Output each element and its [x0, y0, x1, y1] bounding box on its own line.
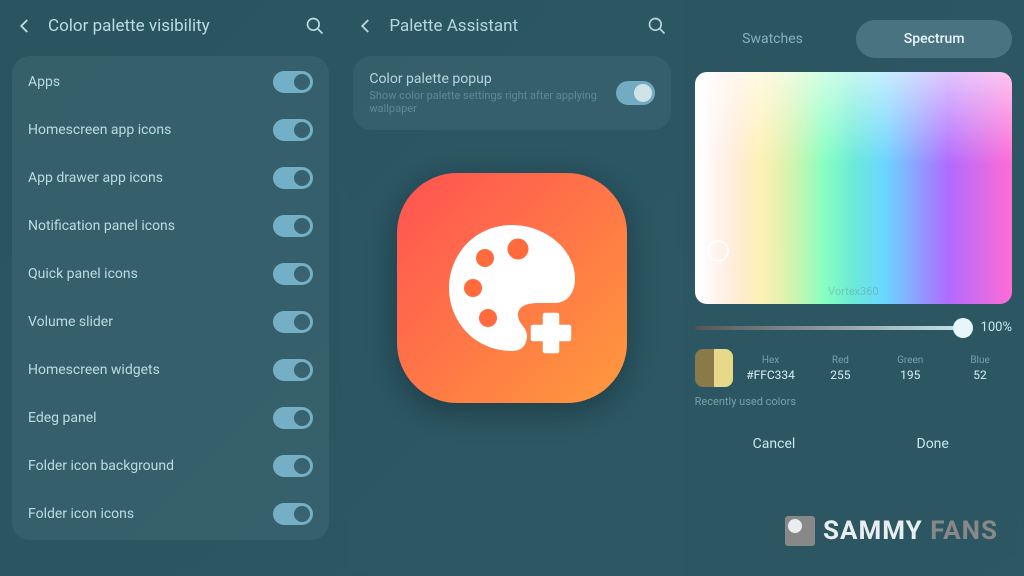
- setting-label: Quick panel icons: [28, 266, 138, 282]
- header: Color palette visibility: [12, 0, 329, 56]
- opacity-value: 100%: [981, 320, 1012, 335]
- setting-label: App drawer app icons: [28, 170, 163, 186]
- setting-row[interactable]: Apps: [12, 58, 329, 106]
- tab-spectrum[interactable]: Spectrum: [856, 20, 1012, 58]
- toggle[interactable]: [273, 359, 313, 381]
- recent-colors-label: Recently used colors: [695, 395, 1012, 408]
- setting-row[interactable]: App drawer app icons: [12, 154, 329, 202]
- setting-row[interactable]: Notification panel icons: [12, 202, 329, 250]
- dialog-buttons: Cancel Done: [695, 426, 1012, 462]
- app-icon-palette: [397, 173, 627, 403]
- setting-label: Folder icon icons: [28, 506, 134, 522]
- setting-row[interactable]: Folder icon icons: [12, 490, 329, 538]
- color-values: Hex#FFC334 Red255 Green195 Blue52: [695, 349, 1012, 387]
- opacity-slider-row: 100%: [695, 320, 1012, 335]
- picker-handle-icon[interactable]: [707, 240, 729, 262]
- toggle[interactable]: [273, 503, 313, 525]
- toggle[interactable]: [273, 407, 313, 429]
- setting-label: Folder icon background: [28, 458, 174, 474]
- setting-label: Volume slider: [28, 314, 113, 330]
- palette-icon: [437, 213, 587, 363]
- blue-field[interactable]: Blue52: [948, 355, 1012, 382]
- setting-row[interactable]: Volume slider: [12, 298, 329, 346]
- toggle[interactable]: [273, 167, 313, 189]
- toggle[interactable]: [273, 71, 313, 93]
- opacity-slider[interactable]: [695, 326, 971, 330]
- setting-label: Edeg panel: [28, 410, 97, 426]
- toggle[interactable]: [273, 119, 313, 141]
- watermark-logo-icon: [785, 516, 815, 546]
- settings-card: Color palette popup Show color palette s…: [353, 56, 670, 130]
- toggle[interactable]: [273, 311, 313, 333]
- toggle[interactable]: [616, 81, 655, 105]
- search-icon[interactable]: [305, 16, 325, 36]
- color-swatch[interactable]: [695, 349, 733, 387]
- setting-label: Color palette popup: [369, 71, 615, 87]
- hex-field[interactable]: Hex#FFC334: [739, 355, 803, 382]
- green-field[interactable]: Green195: [878, 355, 942, 382]
- setting-row[interactable]: Color palette popup Show color palette s…: [353, 58, 670, 128]
- setting-label: Apps: [28, 74, 60, 90]
- setting-label: Homescreen app icons: [28, 122, 171, 138]
- setting-label: Notification panel icons: [28, 218, 175, 234]
- setting-row[interactable]: Homescreen app icons: [12, 106, 329, 154]
- panel-color-picker: Swatches Spectrum 100% Hex#FFC334 Red255…: [683, 0, 1024, 576]
- spectrum-picker[interactable]: [695, 72, 1012, 304]
- settings-card: Apps Homescreen app icons App drawer app…: [12, 56, 329, 540]
- watermark-text: SAMMY FANS: [823, 516, 998, 546]
- done-button[interactable]: Done: [853, 426, 1012, 462]
- tabs: Swatches Spectrum: [695, 20, 1012, 58]
- toggle[interactable]: [273, 455, 313, 477]
- page-title: Color palette visibility: [48, 16, 291, 36]
- header: Palette Assistant: [353, 0, 670, 56]
- page-title: Palette Assistant: [389, 16, 632, 36]
- back-icon[interactable]: [16, 17, 34, 35]
- toggle[interactable]: [273, 215, 313, 237]
- search-icon[interactable]: [647, 16, 667, 36]
- watermark: SAMMY FANS: [785, 516, 998, 546]
- setting-row[interactable]: Homescreen widgets: [12, 346, 329, 394]
- setting-sublabel: Show color palette settings right after …: [369, 89, 615, 115]
- cancel-button[interactable]: Cancel: [695, 426, 854, 462]
- setting-row[interactable]: Edeg panel: [12, 394, 329, 442]
- setting-label: Homescreen widgets: [28, 362, 160, 378]
- setting-row[interactable]: Quick panel icons: [12, 250, 329, 298]
- back-icon[interactable]: [357, 17, 375, 35]
- red-field[interactable]: Red255: [808, 355, 872, 382]
- toggle[interactable]: [273, 263, 313, 285]
- panel-visibility: Color palette visibility Apps Homescreen…: [0, 0, 341, 576]
- tab-swatches[interactable]: Swatches: [695, 20, 851, 58]
- setting-row[interactable]: Folder icon background: [12, 442, 329, 490]
